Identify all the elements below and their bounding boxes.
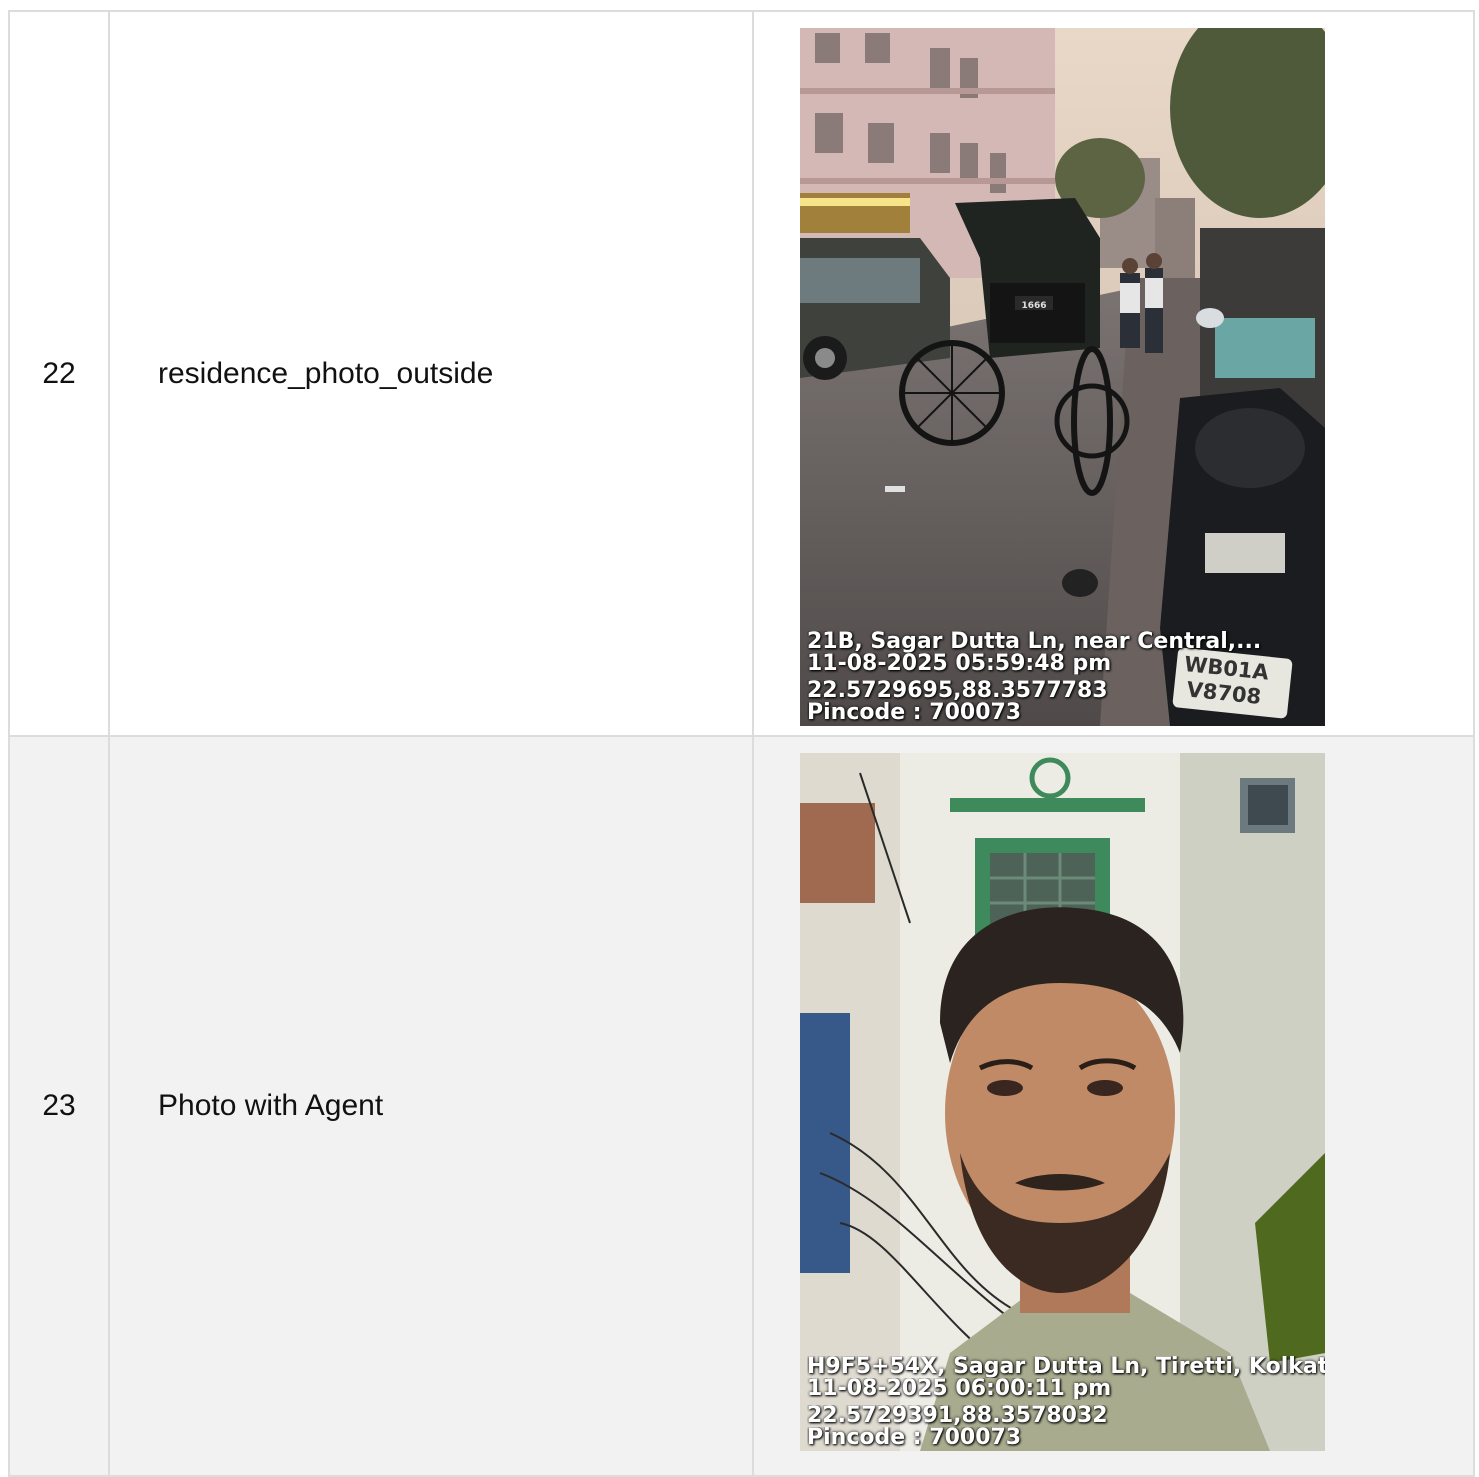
street-scene-image[interactable]: 1666 WB01A V8708 21B, Sagar Dutta Ln, ne… bbox=[800, 28, 1325, 726]
rickshaw-plate: 1666 bbox=[1021, 301, 1046, 311]
selfie-graphic bbox=[800, 753, 1325, 1451]
row-label: residence_photo_outside bbox=[108, 10, 754, 737]
street-scene-graphic: 1666 WB01A V8708 bbox=[800, 28, 1325, 726]
photo-table: 22 residence_photo_outside 1666 WB01A V8… bbox=[8, 10, 1475, 1477]
photo-stamp: H9F5+54X, Sagar Dutta Ln, Tiretti, Kolka… bbox=[807, 1356, 1325, 1449]
stamp-address: 21B, Sagar Dutta Ln, near Central,... bbox=[807, 631, 1262, 653]
row-number: 22 bbox=[8, 10, 110, 737]
stamp-coords: 22.5729391,88.3578032 bbox=[807, 1405, 1108, 1427]
table-row: 23 Photo with Agent H9F5+54X, Sagar Dutt… bbox=[8, 735, 1475, 1477]
photo-cell: H9F5+54X, Sagar Dutta Ln, Tiretti, Kolka… bbox=[752, 735, 1475, 1477]
stamp-pincode: Pincode : 700073 bbox=[807, 702, 1022, 724]
selfie-image[interactable]: H9F5+54X, Sagar Dutta Ln, Tiretti, Kolka… bbox=[800, 753, 1325, 1451]
row-label: Photo with Agent bbox=[108, 735, 754, 1477]
table-row: 22 residence_photo_outside 1666 WB01A V8… bbox=[8, 10, 1475, 737]
photo-stamp: 21B, Sagar Dutta Ln, near Central,... 11… bbox=[807, 631, 1325, 724]
stamp-coords: 22.5729695,88.3577783 bbox=[807, 680, 1108, 702]
stamp-datetime: 11-08-2025 06:00:11 pm bbox=[807, 1378, 1112, 1400]
stamp-pincode: Pincode : 700073 bbox=[807, 1427, 1022, 1449]
stamp-address: H9F5+54X, Sagar Dutta Ln, Tiretti, Kolka… bbox=[807, 1356, 1325, 1378]
row-number: 23 bbox=[8, 735, 110, 1477]
stamp-datetime: 11-08-2025 05:59:48 pm bbox=[807, 653, 1112, 675]
photo-cell: 1666 WB01A V8708 21B, Sagar Dutta Ln, ne… bbox=[752, 10, 1475, 737]
